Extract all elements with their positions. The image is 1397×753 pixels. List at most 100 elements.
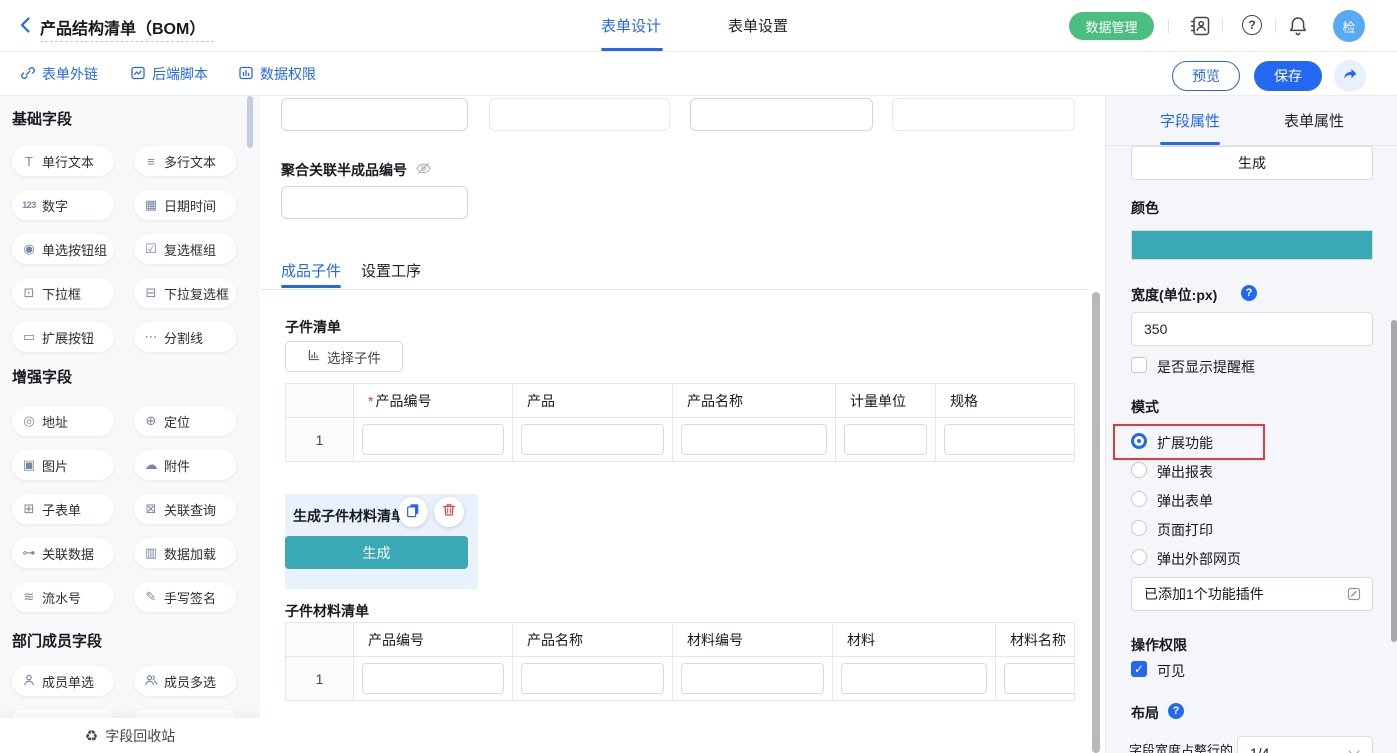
radio-label-page-print[interactable]: 页面打印 xyxy=(1157,520,1213,540)
avatar[interactable]: 检 xyxy=(1333,10,1365,42)
tab-form-settings[interactable]: 表单设置 xyxy=(728,15,788,36)
data-manage-button[interactable]: 数据管理 xyxy=(1069,12,1154,40)
title-dotted-underline xyxy=(40,41,214,42)
field-item-radio-group[interactable]: ◉单选按钮组 xyxy=(12,234,114,264)
form-field-input[interactable] xyxy=(892,98,1075,131)
copy-field-button[interactable] xyxy=(398,497,428,527)
chevron-down-icon xyxy=(1348,745,1359,753)
field-item-location[interactable]: ⊕定位 xyxy=(134,406,236,436)
tab-form-design[interactable]: 表单设计 xyxy=(601,15,661,36)
plugin-box[interactable]: 已添加1个功能插件 xyxy=(1131,577,1373,611)
field-recycle-bin[interactable]: ♻ 字段回收站 xyxy=(0,718,260,753)
field-item-checkbox-group[interactable]: ☑复选框组 xyxy=(134,234,236,264)
field-item-dropdown-multi[interactable]: ⊟下拉复选框 xyxy=(134,278,236,308)
calendar-icon: ▦ xyxy=(144,197,158,213)
table-cell-input[interactable] xyxy=(844,424,927,455)
table-cell-input[interactable] xyxy=(521,663,664,694)
button-text-preview[interactable]: 生成 xyxy=(1131,146,1373,180)
table-cell-input[interactable] xyxy=(521,424,664,455)
radio-label-popup-form[interactable]: 弹出表单 xyxy=(1157,491,1213,511)
field-item-datetime[interactable]: ▦日期时间 xyxy=(134,190,236,220)
subform-icon: ⊞ xyxy=(22,501,36,517)
color-swatch[interactable] xyxy=(1131,230,1373,260)
data-permission-link[interactable]: 数据权限 xyxy=(238,64,316,84)
field-item-number[interactable]: 123数字 xyxy=(12,190,114,220)
header-divider xyxy=(1275,19,1276,33)
aggregate-field-input[interactable] xyxy=(281,186,468,219)
tab-field-properties[interactable]: 字段属性 xyxy=(1160,110,1220,131)
delete-field-button[interactable] xyxy=(434,497,464,527)
field-item-extension-button[interactable]: ▭扩展按钮 xyxy=(12,322,114,352)
field-item-address[interactable]: ◎地址 xyxy=(12,406,114,436)
radio-label-popup-external-page[interactable]: 弹出外部网页 xyxy=(1157,549,1241,569)
table-cell-input[interactable] xyxy=(681,663,824,694)
field-item-partial[interactable] xyxy=(134,710,236,718)
table-cell-input[interactable] xyxy=(841,663,987,694)
width-input[interactable] xyxy=(1131,312,1373,346)
header-divider xyxy=(1222,19,1223,33)
field-item-attachment[interactable]: ☁附件 xyxy=(134,450,236,480)
field-item-dropdown[interactable]: ⊡下拉框 xyxy=(12,278,114,308)
table-cell-input[interactable] xyxy=(681,424,827,455)
table-cell-input[interactable] xyxy=(362,424,504,455)
contacts-icon[interactable] xyxy=(1189,15,1211,37)
visible-checkbox-label[interactable]: 可见 xyxy=(1157,661,1185,681)
field-item-single-line-text[interactable]: T单行文本 xyxy=(12,146,114,176)
form-field-input[interactable] xyxy=(489,98,670,131)
eye-off-icon[interactable] xyxy=(415,160,432,182)
single-line-text-icon: T xyxy=(22,154,36,169)
field-item-member-single[interactable]: 成员单选 xyxy=(12,666,114,696)
tab-finished-subitems[interactable]: 成品子件 xyxy=(281,260,341,281)
bell-icon[interactable] xyxy=(1287,15,1309,37)
radio-label-extension-function[interactable]: 扩展功能 xyxy=(1157,433,1213,453)
sidebar-scrollbar[interactable] xyxy=(247,96,253,148)
width-help-icon[interactable]: ? xyxy=(1241,285,1257,301)
radio-extension-function[interactable] xyxy=(1131,433,1147,449)
canvas-scrollbar[interactable] xyxy=(1092,292,1100,753)
help-icon[interactable]: ? xyxy=(1242,15,1262,35)
field-item-multi-line-text[interactable]: ≡多行文本 xyxy=(134,146,236,176)
radio-popup-report[interactable] xyxy=(1131,462,1147,478)
table-cell-input[interactable] xyxy=(944,424,1075,455)
field-item-member-multi[interactable]: 成员多选 xyxy=(134,666,236,696)
table-cell-input[interactable] xyxy=(1004,663,1075,694)
radio-popup-form[interactable] xyxy=(1131,491,1147,507)
backend-script-link[interactable]: 后端脚本 xyxy=(130,64,208,84)
field-item-divider-line[interactable]: ⋯分割线 xyxy=(134,322,236,352)
field-item-linked-data[interactable]: ⊶关联数据 xyxy=(12,538,114,568)
layout-help-icon[interactable]: ? xyxy=(1168,703,1184,719)
edit-pencil-icon[interactable] xyxy=(1346,586,1372,602)
reminder-checkbox-label[interactable]: 是否显示提醒框 xyxy=(1157,357,1255,377)
visible-checkbox[interactable]: ✓ xyxy=(1131,661,1147,677)
select-subitem-button[interactable]: 选择子件 xyxy=(285,341,403,372)
panel-scrollbar[interactable] xyxy=(1391,320,1397,642)
share-button[interactable] xyxy=(1334,60,1366,92)
back-icon[interactable] xyxy=(16,15,36,35)
field-item-serial-number[interactable]: ≋流水号 xyxy=(12,582,114,612)
field-item-data-load[interactable]: ▥数据加载 xyxy=(134,538,236,568)
table-cell xyxy=(836,418,936,461)
form-field-input[interactable] xyxy=(690,98,873,131)
field-item-partial[interactable] xyxy=(12,710,114,718)
page-title[interactable]: 产品结构清单（BOM） xyxy=(40,15,205,39)
save-button[interactable]: 保存 xyxy=(1254,61,1322,91)
generate-button[interactable]: 生成 xyxy=(285,536,468,569)
field-item-linked-query[interactable]: ⊠关联查询 xyxy=(134,494,236,524)
tab-form-properties[interactable]: 表单属性 xyxy=(1284,110,1344,131)
serial-number-icon: ≋ xyxy=(22,589,36,605)
form-external-link[interactable]: 表单外链 xyxy=(20,64,98,84)
reminder-checkbox[interactable] xyxy=(1131,357,1147,373)
tab-process-setup[interactable]: 设置工序 xyxy=(361,260,421,281)
preview-button[interactable]: 预览 xyxy=(1172,61,1240,91)
field-item-subform[interactable]: ⊞子表单 xyxy=(12,494,114,524)
dropdown-icon: ⊡ xyxy=(22,285,36,301)
radio-label-popup-report[interactable]: 弹出报表 xyxy=(1157,462,1213,482)
radio-popup-external-page[interactable] xyxy=(1131,549,1147,565)
form-field-input[interactable] xyxy=(281,98,468,131)
field-item-signature[interactable]: ✎手写签名 xyxy=(134,582,236,612)
field-item-image[interactable]: ▣图片 xyxy=(12,450,114,480)
table-cell-input[interactable] xyxy=(362,663,504,694)
radio-page-print[interactable] xyxy=(1131,520,1147,536)
material-table-header: 产品编号 产品名称 材料编号 材料 材料名称 xyxy=(286,623,1074,657)
layout-width-select[interactable]: 1/4 xyxy=(1237,736,1373,753)
